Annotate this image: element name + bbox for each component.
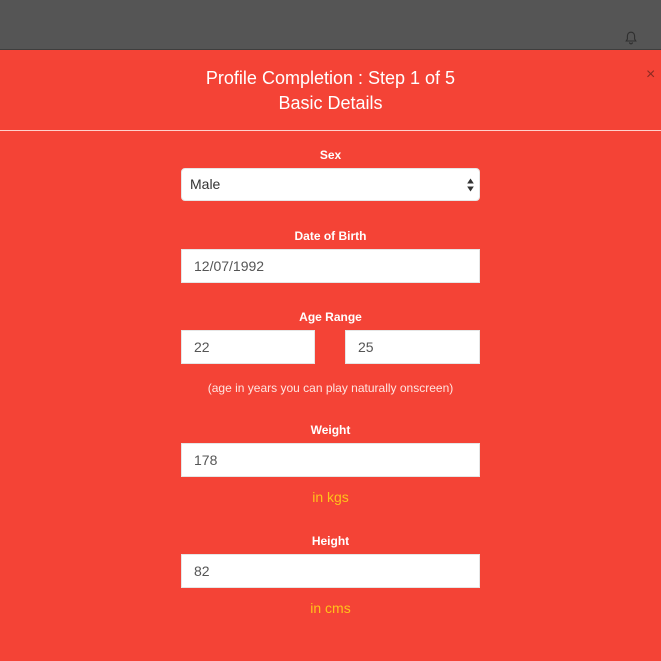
modal-subtitle: Basic Details — [278, 93, 383, 113]
sex-select[interactable]: Male — [181, 168, 480, 201]
height-input[interactable] — [181, 554, 480, 588]
profile-completion-modal: × Profile Completion : Step 1 of 5 Basic… — [0, 50, 661, 661]
top-navbar — [0, 0, 661, 50]
weight-unit: in kgs — [312, 489, 349, 505]
header-divider — [0, 130, 661, 131]
age-max-input[interactable] — [345, 330, 480, 364]
weight-label: Weight — [310, 423, 351, 437]
dob-label: Date of Birth — [294, 229, 367, 243]
age-range-label: Age Range — [299, 310, 362, 324]
sex-select-value: Male — [190, 176, 221, 192]
bell-icon[interactable] — [625, 31, 637, 45]
height-unit: in cms — [310, 600, 351, 616]
age-range-hint: (age in years you can play naturally ons… — [207, 381, 454, 395]
height-label: Height — [311, 534, 350, 548]
sex-label: Sex — [319, 148, 342, 162]
modal-title: Profile Completion : Step 1 of 5 — [205, 68, 456, 88]
dob-input[interactable] — [181, 249, 480, 283]
weight-input[interactable] — [181, 443, 480, 477]
age-min-input[interactable] — [181, 330, 315, 364]
select-arrows-icon — [467, 178, 474, 192]
